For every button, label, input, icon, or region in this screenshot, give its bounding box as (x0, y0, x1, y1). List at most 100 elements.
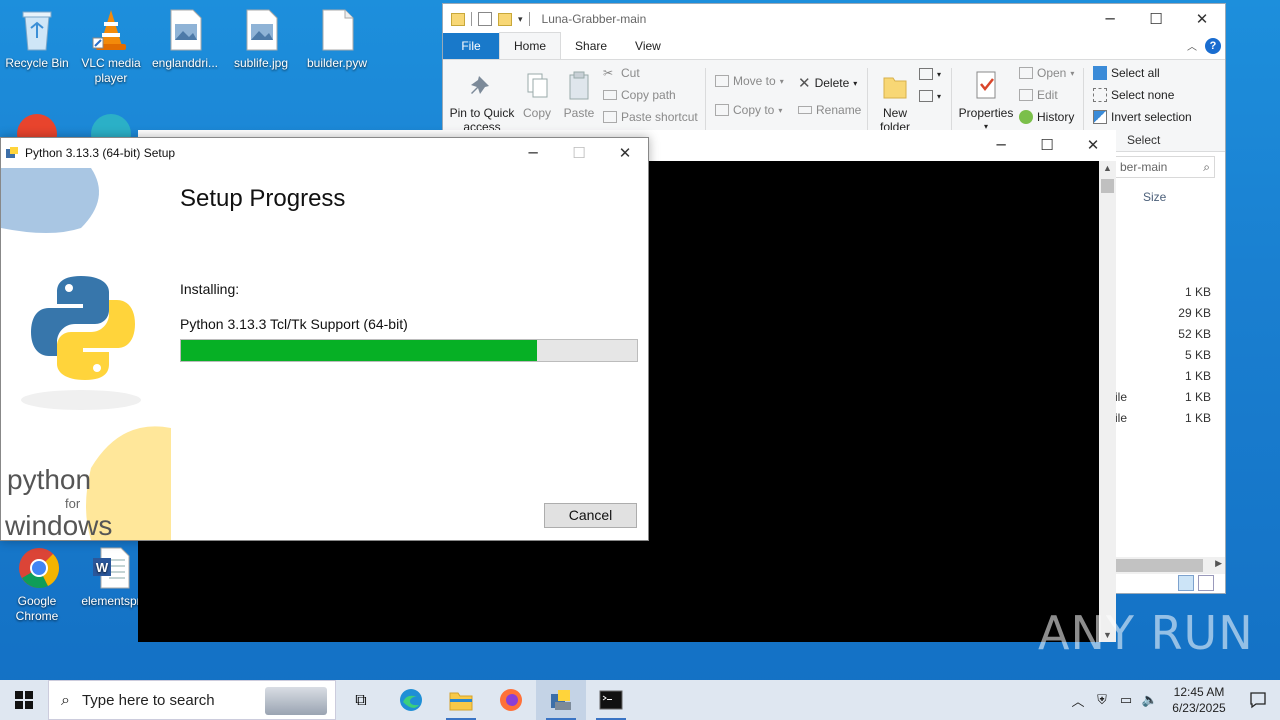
scroll-up-arrow-icon[interactable]: ▲ (1103, 163, 1112, 173)
search-box[interactable]: ber-main ⌕ (1115, 156, 1215, 178)
file-type: ile (1115, 390, 1128, 404)
copy-path-button[interactable]: Copy path (603, 88, 676, 102)
history-button[interactable]: History (1019, 110, 1074, 124)
list-item[interactable]: ile 1 KB (1115, 408, 1215, 429)
paste-shortcut-label: Paste shortcut (621, 110, 698, 124)
pin-to-quick-access-button[interactable]: Pin to Quick access (449, 70, 515, 134)
list-item[interactable]: 52 KB (1115, 324, 1215, 345)
select-group-label: Select (1127, 133, 1161, 147)
paste-shortcut-button[interactable]: Paste shortcut (603, 110, 698, 124)
tab-view[interactable]: View (621, 33, 675, 59)
scrollbar-thumb[interactable] (1115, 559, 1203, 572)
move-to-button[interactable]: Move to ▾ (715, 74, 784, 88)
maximize-button[interactable]: ☐ (1133, 4, 1179, 34)
scrollbar-thumb[interactable] (1101, 179, 1114, 193)
python-setup-window[interactable]: Python 3.13.3 (64-bit) Setup ─ ☐ ✕ pytho… (0, 137, 649, 541)
cut-label: Cut (621, 66, 640, 80)
maximize-button[interactable]: ☐ (1024, 130, 1070, 160)
desktop-icon-builder[interactable]: builder.pyw (300, 8, 374, 71)
properties-quick-icon[interactable] (478, 12, 492, 26)
tab-file[interactable]: File (443, 33, 499, 59)
desktop-icon-recycle-bin[interactable]: Recycle Bin (0, 8, 74, 71)
anyrun-watermark: ANY RUN (1038, 606, 1254, 660)
tab-share[interactable]: Share (561, 33, 621, 59)
cut-button[interactable]: ✂ Cut (603, 66, 640, 80)
scroll-right-arrow-icon[interactable]: ▶ (1215, 558, 1222, 569)
invert-selection-button[interactable]: Invert selection (1093, 110, 1192, 124)
paste-icon (564, 70, 594, 102)
close-button[interactable]: ✕ (602, 138, 648, 168)
delete-button[interactable]: ✕ Delete ▾ (798, 74, 857, 92)
cancel-button[interactable]: Cancel (544, 503, 637, 528)
tab-home[interactable]: Home (499, 32, 562, 59)
console-window-controls: ─ ☐ ✕ (978, 130, 1116, 160)
maximize-button: ☐ (572, 144, 586, 162)
taskbar-search[interactable]: ⌕ Type here to search (48, 680, 336, 720)
select-all-button[interactable]: Select all (1093, 66, 1160, 80)
file-size: 1 KB (1184, 411, 1211, 425)
easy-access-button[interactable]: ▾ (919, 90, 941, 102)
copy-to-button[interactable]: Copy to ▾ (715, 103, 782, 117)
help-icon[interactable]: ? (1205, 38, 1221, 54)
desktop-icon-chrome[interactable]: Google Chrome (0, 546, 74, 624)
quick-access-dropdown-icon[interactable]: ▾ (518, 14, 523, 25)
network-icon[interactable]: ▭ (1114, 693, 1138, 708)
rename-button[interactable]: Rename (798, 103, 861, 117)
start-button[interactable] (0, 680, 48, 720)
list-item[interactable]: 1 KB (1115, 366, 1215, 387)
select-none-button[interactable]: Select none (1093, 88, 1174, 102)
taskbar-edge[interactable] (386, 680, 436, 720)
search-highlight-art (265, 687, 327, 715)
taskbar-clock[interactable]: 12:45 AM 6/23/2025 (1162, 684, 1236, 716)
new-item-button[interactable]: ▾ (919, 68, 941, 80)
horizontal-scrollbar[interactable]: ▶ (1115, 557, 1225, 574)
list-item[interactable]: 29 KB (1115, 303, 1215, 324)
word-document-icon: W (91, 546, 131, 590)
taskbar-python-setup[interactable] (536, 680, 586, 720)
edit-label: Edit (1037, 88, 1058, 102)
column-header-size[interactable]: Size (1143, 190, 1166, 204)
list-item[interactable]: 5 KB (1115, 345, 1215, 366)
desktop-icon-vlc[interactable]: VLC media player (74, 8, 148, 86)
close-button[interactable]: ✕ (1179, 4, 1225, 34)
edit-button[interactable]: Edit (1019, 88, 1058, 102)
desktop-icon-englanddri[interactable]: englanddri... (148, 8, 222, 71)
new-folder-button[interactable]: New folder (873, 70, 917, 134)
console-scrollbar[interactable]: ▲ ▼ (1099, 161, 1116, 642)
large-icons-view-icon[interactable] (1198, 575, 1214, 591)
dropdown-arrow-icon: ▾ (779, 76, 784, 86)
volume-icon[interactable]: 🔈 (1138, 693, 1162, 708)
explorer-window-controls: ─ ☐ ✕ (1087, 4, 1225, 34)
desktop-icon-sublife[interactable]: sublife.jpg (224, 8, 298, 71)
copy-button[interactable]: Copy (517, 70, 557, 120)
ribbon-tabs: File Home Share View ︿ ? (443, 32, 1225, 60)
taskbar-console[interactable] (586, 680, 636, 720)
notification-center-button[interactable] (1236, 691, 1280, 709)
task-view-button[interactable]: ⧉ (336, 680, 386, 720)
details-view-icon[interactable] (1178, 575, 1194, 591)
copy-icon (522, 70, 552, 102)
list-item[interactable]: ile 1 KB (1115, 387, 1215, 408)
taskbar-file-explorer[interactable] (436, 680, 486, 720)
select-none-label: Select none (1111, 88, 1175, 102)
setup-window-controls: ─ ☐ ✕ (510, 138, 648, 168)
open-button[interactable]: Open ▾ (1019, 66, 1074, 80)
show-hidden-icons-icon[interactable]: ︿ (1066, 691, 1090, 710)
close-button[interactable]: ✕ (1070, 130, 1116, 160)
minimize-button[interactable]: ─ (510, 138, 556, 168)
invert-selection-label: Invert selection (1111, 110, 1192, 124)
collapse-ribbon-icon[interactable]: ︿ (1187, 38, 1197, 53)
paste-button[interactable]: Paste (559, 70, 599, 120)
list-item[interactable]: 1 KB (1115, 282, 1215, 303)
taskbar-firefox[interactable] (486, 680, 536, 720)
new-folder-quick-icon[interactable] (498, 12, 512, 26)
delete-label: Delete (814, 76, 850, 90)
minimize-button[interactable]: ─ (978, 130, 1024, 160)
setup-titlebar[interactable]: Python 3.13.3 (64-bit) Setup ─ ☐ ✕ (1, 138, 648, 168)
defender-icon[interactable]: ⛨ (1090, 693, 1114, 708)
desktop-icon-label: VLC media player (81, 56, 141, 85)
search-icon: ⌕ (61, 690, 70, 709)
minimize-button[interactable]: ─ (1087, 4, 1133, 34)
desktop-icon-elementspr[interactable]: W elementspr (74, 546, 148, 609)
properties-button[interactable]: Properties ▾ (955, 70, 1017, 134)
